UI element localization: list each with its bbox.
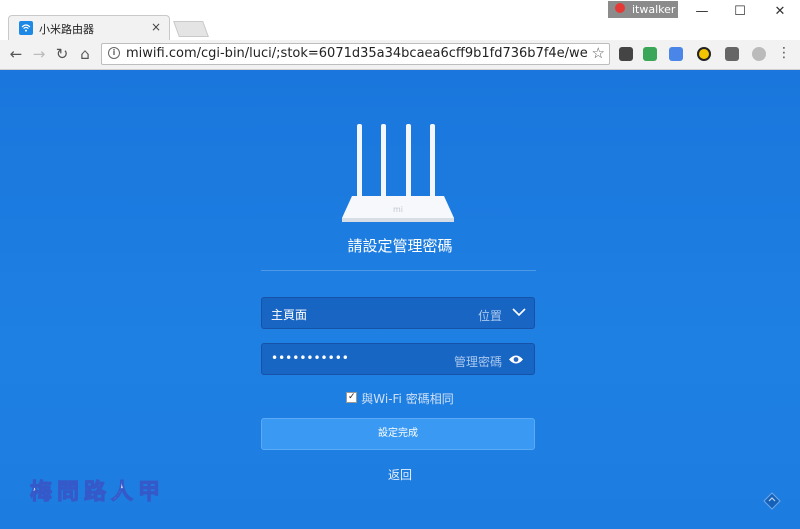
chevron-down-icon[interactable] [512, 308, 526, 317]
translate-extension-icon[interactable] [669, 47, 683, 61]
eye-icon[interactable] [508, 354, 524, 365]
site-info-icon[interactable]: i [108, 47, 120, 59]
wifi-favicon-icon [19, 21, 33, 35]
router-setup-page: mi 請設定管理密碼 主頁面 位置 ••••••••••• 管理密碼 ✓ 與Wi-… [0, 70, 800, 529]
search-extension-icon[interactable] [697, 47, 711, 61]
new-tab-button[interactable] [173, 21, 209, 37]
profile-name: itwalker [632, 3, 676, 16]
page-title: 請設定管理密碼 [347, 237, 453, 255]
watermark-text: 梅問路人甲 [29, 479, 166, 506]
extension-2-icon[interactable] [643, 47, 657, 61]
location-value: 主頁面 [271, 308, 308, 322]
address-bar[interactable]: i miwifi.com/cgi-bin/luci/;stok=6071d35a… [101, 43, 610, 65]
password-hint: 管理密碼 [453, 355, 502, 369]
profile-badge[interactable]: itwalker [608, 1, 678, 18]
bookmark-star-icon[interactable]: ☆ [592, 44, 605, 62]
profile-avatar-icon [615, 3, 625, 13]
password-value: ••••••••••• [271, 351, 349, 365]
url-text[interactable]: miwifi.com/cgi-bin/luci/;stok=6071d35a34… [126, 46, 588, 61]
reload-icon[interactable]: ↻ [52, 44, 72, 64]
mail-extension-icon[interactable] [725, 47, 739, 61]
location-select[interactable]: 主頁面 位置 [261, 297, 535, 329]
extension-1-icon[interactable] [619, 47, 633, 61]
menu-dots-icon[interactable]: ⋮ [777, 46, 791, 61]
minimize-button[interactable]: — [682, 2, 722, 22]
tab-title: 小米路由器 [39, 23, 94, 36]
location-hint: 位置 [477, 309, 502, 323]
home-icon[interactable]: ⌂ [75, 44, 95, 64]
router-logo: mi [393, 205, 403, 214]
close-window-button[interactable]: ✕ [760, 2, 800, 22]
corner-diamond-logo-icon [763, 492, 781, 510]
finish-setup-button[interactable]: 設定完成 [261, 418, 535, 450]
same-as-wifi-row[interactable]: ✓ 與Wi-Fi 密碼相同 [0, 390, 800, 407]
same-as-wifi-checkbox[interactable]: ✓ [346, 392, 358, 403]
forward-arrow-icon[interactable]: → [29, 44, 49, 64]
title-bar: 小米路由器 × itwalker — ☐ ✕ [0, 0, 800, 40]
router-illustration-icon: mi [342, 124, 454, 222]
back-arrow-icon[interactable]: ← [6, 44, 26, 64]
tab-close-icon[interactable]: × [151, 20, 161, 34]
divider [261, 270, 536, 271]
same-as-wifi-label[interactable]: 與Wi-Fi 密碼相同 [361, 392, 453, 406]
admin-password-field[interactable]: ••••••••••• 管理密碼 [261, 343, 535, 375]
chat-extension-icon[interactable] [752, 47, 766, 61]
maximize-button[interactable]: ☐ [720, 2, 760, 22]
browser-tab[interactable]: 小米路由器 × [8, 15, 170, 40]
